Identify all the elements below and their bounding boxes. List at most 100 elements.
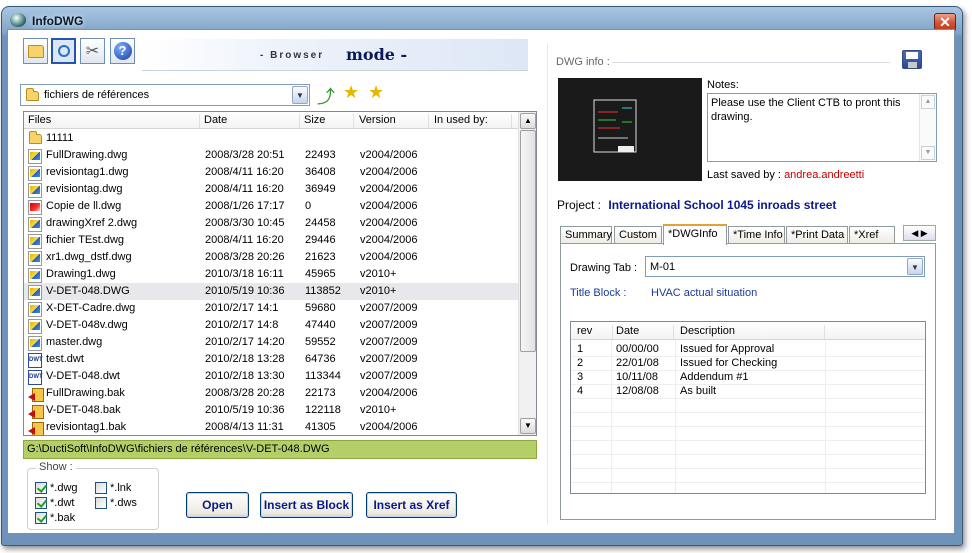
tab-print-data[interactable]: *Print Data [786, 226, 848, 244]
show-dws-checkbox[interactable]: *.dws [95, 497, 137, 509]
save-icon[interactable] [902, 50, 922, 69]
search-button[interactable] [51, 38, 76, 64]
file-size: 64736 [305, 353, 336, 365]
up-folder-icon[interactable]: ⤴ [317, 83, 335, 109]
file-date: 2008/3/28 20:26 [205, 251, 285, 263]
checkbox-dwt[interactable] [35, 497, 47, 509]
col-version[interactable]: Version [359, 114, 429, 128]
rev-date: 00/00/00 [616, 343, 659, 355]
scroll-down-icon[interactable]: ▼ [520, 418, 536, 434]
dwg-file-icon [28, 217, 42, 232]
file-row[interactable]: Drawing1.dwg 2010/3/18 16:11 45965 v2010+ [24, 266, 518, 283]
revision-row[interactable]: 4 12/08/08 As built [571, 385, 925, 399]
insert-block-button[interactable]: Insert as Block [260, 492, 353, 518]
file-date: 2010/5/19 10:36 [205, 404, 285, 416]
scroll-up-icon[interactable]: ▲ [520, 113, 536, 129]
checkbox-dwg[interactable] [35, 482, 47, 494]
file-name: revisiontag1.bak [46, 421, 127, 433]
file-date: 2010/2/17 14:1 [205, 302, 279, 314]
col-size[interactable]: Size [304, 114, 354, 128]
file-row[interactable]: xr1.dwg_dstf.dwg 2008/3/28 20:26 21623 v200… [24, 249, 518, 266]
file-version: v2004/2006 [360, 166, 418, 178]
chevron-down-icon[interactable]: ▼ [292, 86, 308, 104]
drawing-tab-combo[interactable]: M-01 ▼ [645, 256, 925, 277]
notes-scroll-down-icon[interactable]: ▼ [921, 146, 935, 160]
notes-textarea[interactable]: Please use the Client CTB to pront this … [707, 93, 937, 162]
file-row[interactable]: drawingXref 2.dwg 2008/3/30 10:45 24458 v20… [24, 215, 518, 232]
tab-xref[interactable]: *Xref [849, 226, 895, 244]
file-date: 2008/3/28 20:28 [205, 387, 285, 399]
file-version: v2007/2009 [360, 353, 418, 365]
tab-time-info[interactable]: *Time Info [728, 226, 785, 244]
file-row[interactable]: FullDrawing.dwg 2008/3/28 20:51 22493 v2004… [24, 147, 518, 164]
file-row[interactable]: FullDrawing.bak 2008/3/28 20:28 22173 v2004… [24, 385, 518, 402]
tab-dwginfo[interactable]: *DWGInfo [663, 224, 727, 245]
col-rev[interactable]: rev [577, 325, 613, 339]
tab-custom[interactable]: Custom [614, 226, 662, 244]
add-favorite-icon[interactable]: ★ [368, 82, 384, 103]
rev-date: 22/01/08 [616, 357, 659, 369]
tab-scroll-arrows[interactable]: ◀ ▶ [903, 225, 936, 241]
checkbox-bak[interactable] [35, 512, 47, 524]
file-name: V-DET-048.dwt [46, 370, 120, 382]
show-lnk-checkbox[interactable]: *.lnk [95, 482, 131, 494]
file-row[interactable]: master.dwg 2010/2/17 14:20 59552 v2007/2009 [24, 334, 518, 351]
file-date: 2008/3/28 20:51 [205, 149, 285, 161]
file-row[interactable]: fichier TEst.dwg 2008/4/11 16:20 29446 v200… [24, 232, 518, 249]
show-bak-checkbox[interactable]: *.bak [35, 512, 75, 524]
open-button[interactable]: Open [186, 492, 249, 518]
file-date: 2010/2/17 14:8 [205, 319, 279, 331]
dwg-info-rule [612, 62, 890, 63]
col-description[interactable]: Description [680, 325, 825, 339]
scroll-thumb[interactable] [520, 130, 536, 352]
notes-scrollbar[interactable]: ▲ ▼ [919, 94, 936, 161]
revision-table[interactable]: rev Date Description 1 00/00/00 Issued for… [570, 321, 926, 494]
file-row[interactable]: DWT test.dwt 2010/2/18 13:28 64736 v2007/200… [24, 351, 518, 368]
file-size: 59680 [305, 302, 336, 314]
file-row[interactable]: V-DET-048.DWG 2010/5/19 10:36 113852 v2010+ [24, 283, 518, 300]
revision-row[interactable]: 2 22/01/08 Issued for Checking [571, 357, 925, 371]
revision-row[interactable]: 1 00/00/00 Issued for Approval [571, 343, 925, 357]
col-files[interactable]: Files [28, 114, 200, 128]
notes-scroll-up-icon[interactable]: ▲ [921, 95, 935, 109]
file-row[interactable]: V-DET-048.bak 2010/5/19 10:36 122118 v2010+ [24, 402, 518, 419]
file-version: v2010+ [360, 268, 397, 280]
tab-summary[interactable]: Summary [560, 226, 612, 244]
show-dwt-checkbox[interactable]: *.dwt [35, 497, 74, 509]
insert-xref-button[interactable]: Insert as Xref [366, 492, 457, 518]
file-version: v2004/2006 [360, 234, 418, 246]
label-dwt: *.dwt [50, 497, 75, 509]
file-size: 21623 [305, 251, 336, 263]
file-row[interactable]: revisiontag.dwg 2008/4/11 16:20 36949 v2004… [24, 181, 518, 198]
file-row[interactable]: V-DET-048v.dwg 2010/2/17 14:8 47440 v2007/2… [24, 317, 518, 334]
file-row[interactable]: X-DET-Cadre.dwg 2010/2/17 14:1 59680 v2007/… [24, 300, 518, 317]
star-icon[interactable]: ★ [343, 82, 359, 103]
col-rev-date[interactable]: Date [616, 325, 674, 339]
folder-combo[interactable]: fichiers de références ▼ [20, 84, 310, 106]
drawing-tab-chevron-icon[interactable]: ▼ [907, 258, 923, 275]
file-date: 2008/4/11 16:20 [205, 234, 284, 246]
file-row[interactable]: revisiontag1.dwg 2008/4/11 16:20 36408 v200… [24, 164, 518, 181]
revision-row[interactable]: 3 10/11/08 Addendum #1 [571, 371, 925, 385]
col-in-used-by[interactable]: In used by: [434, 114, 512, 128]
open-folder-icon [27, 44, 44, 58]
file-row[interactable]: Copie de ll.dwg 2008/1/26 17:17 0 v2004/200… [24, 198, 518, 215]
notes-label: Notes: [707, 79, 739, 91]
last-saved-row: Last saved by : andrea.andreetti [707, 169, 864, 181]
file-row[interactable]: revisiontag1.bak 2008/4/13 11:31 41305 v200… [24, 419, 518, 435]
file-list-scrollbar[interactable]: ▲ ▼ [518, 112, 536, 435]
open-folder-button[interactable] [23, 38, 48, 64]
checkbox-dws[interactable] [95, 497, 107, 509]
tools-button[interactable]: ✂ [80, 38, 105, 64]
file-name: V-DET-048v.dwg [46, 319, 128, 331]
show-dwg-checkbox[interactable]: *.dwg [35, 482, 78, 494]
file-row[interactable]: 11111 [24, 130, 518, 147]
file-version: v2004/2006 [360, 200, 418, 212]
file-row[interactable]: DWT V-DET-048.dwt 2010/2/18 13:30 113344 v20… [24, 368, 518, 385]
file-list[interactable]: Files Date Size Version In used by: 1111… [23, 111, 537, 436]
file-version: v2004/2006 [360, 217, 418, 229]
checkbox-lnk[interactable] [95, 482, 107, 494]
file-date: 2010/3/18 16:11 [205, 268, 284, 280]
help-button[interactable]: ? [110, 38, 135, 64]
col-date[interactable]: Date [204, 114, 300, 128]
